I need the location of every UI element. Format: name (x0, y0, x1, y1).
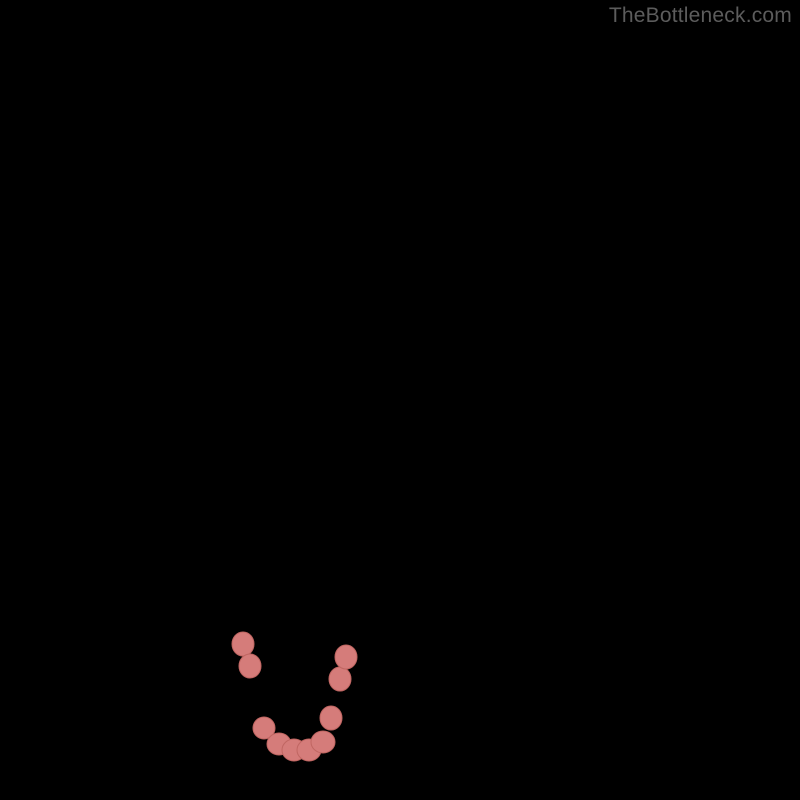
chart-plot-area (30, 30, 770, 770)
chart-svg (30, 30, 770, 770)
watermark-text: TheBottleneck.com (609, 4, 792, 28)
marker-dot (232, 632, 254, 656)
marker-dot (311, 731, 335, 753)
marker-dot (329, 667, 351, 691)
curve-left (70, 30, 308, 760)
marker-dot (335, 645, 357, 669)
marker-dot (239, 654, 261, 678)
marker-dot (320, 706, 342, 730)
curve-right (308, 230, 770, 760)
